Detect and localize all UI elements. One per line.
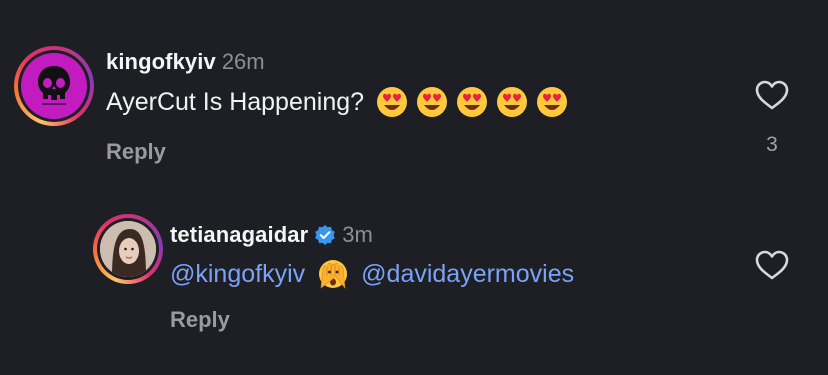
heart-eyes-emoji-icon	[417, 87, 448, 117]
heart-eyes-emoji-icon	[537, 87, 568, 117]
heart-eyes-emoji-icon	[497, 87, 528, 117]
heart-icon[interactable]	[755, 80, 789, 110]
comment-timestamp: 3m	[342, 222, 373, 247]
avatar[interactable]	[93, 214, 163, 284]
heart-icon[interactable]	[755, 250, 789, 280]
comment-username[interactable]: kingofkyiv	[106, 49, 216, 75]
mention-link[interactable]: @davidayermovies	[361, 260, 574, 289]
avatar[interactable]	[14, 46, 94, 126]
comment-text-line: @kingofkyiv @davidayermovies	[170, 256, 574, 292]
comment-kingofkyiv: kingofkyiv 26m AyerCut Is Happening? Rep…	[0, 0, 828, 190]
face-peeking-emoji-icon	[319, 260, 348, 289]
reply-button[interactable]: Reply	[170, 307, 230, 333]
profile-photo-icon	[100, 221, 156, 277]
comment-text-line: AyerCut Is Happening?	[106, 84, 568, 120]
comment-tetianagaidar: tetianagaidar 3m @kingofkyiv @davidayerm…	[0, 190, 828, 375]
like-count: 3	[766, 133, 778, 156]
verified-badge-icon	[315, 225, 336, 245]
mention-link[interactable]: @kingofkyiv	[170, 260, 305, 289]
heart-eyes-emoji-icon	[457, 87, 488, 117]
comment-timestamp: 26m	[221, 49, 265, 74]
comment-username[interactable]: tetianagaidar	[170, 222, 308, 248]
heart-eyes-emoji-icon	[377, 87, 408, 117]
skull-icon	[38, 66, 70, 105]
reply-button[interactable]: Reply	[106, 139, 166, 165]
comment-text: AyerCut Is Happening?	[106, 87, 365, 116]
